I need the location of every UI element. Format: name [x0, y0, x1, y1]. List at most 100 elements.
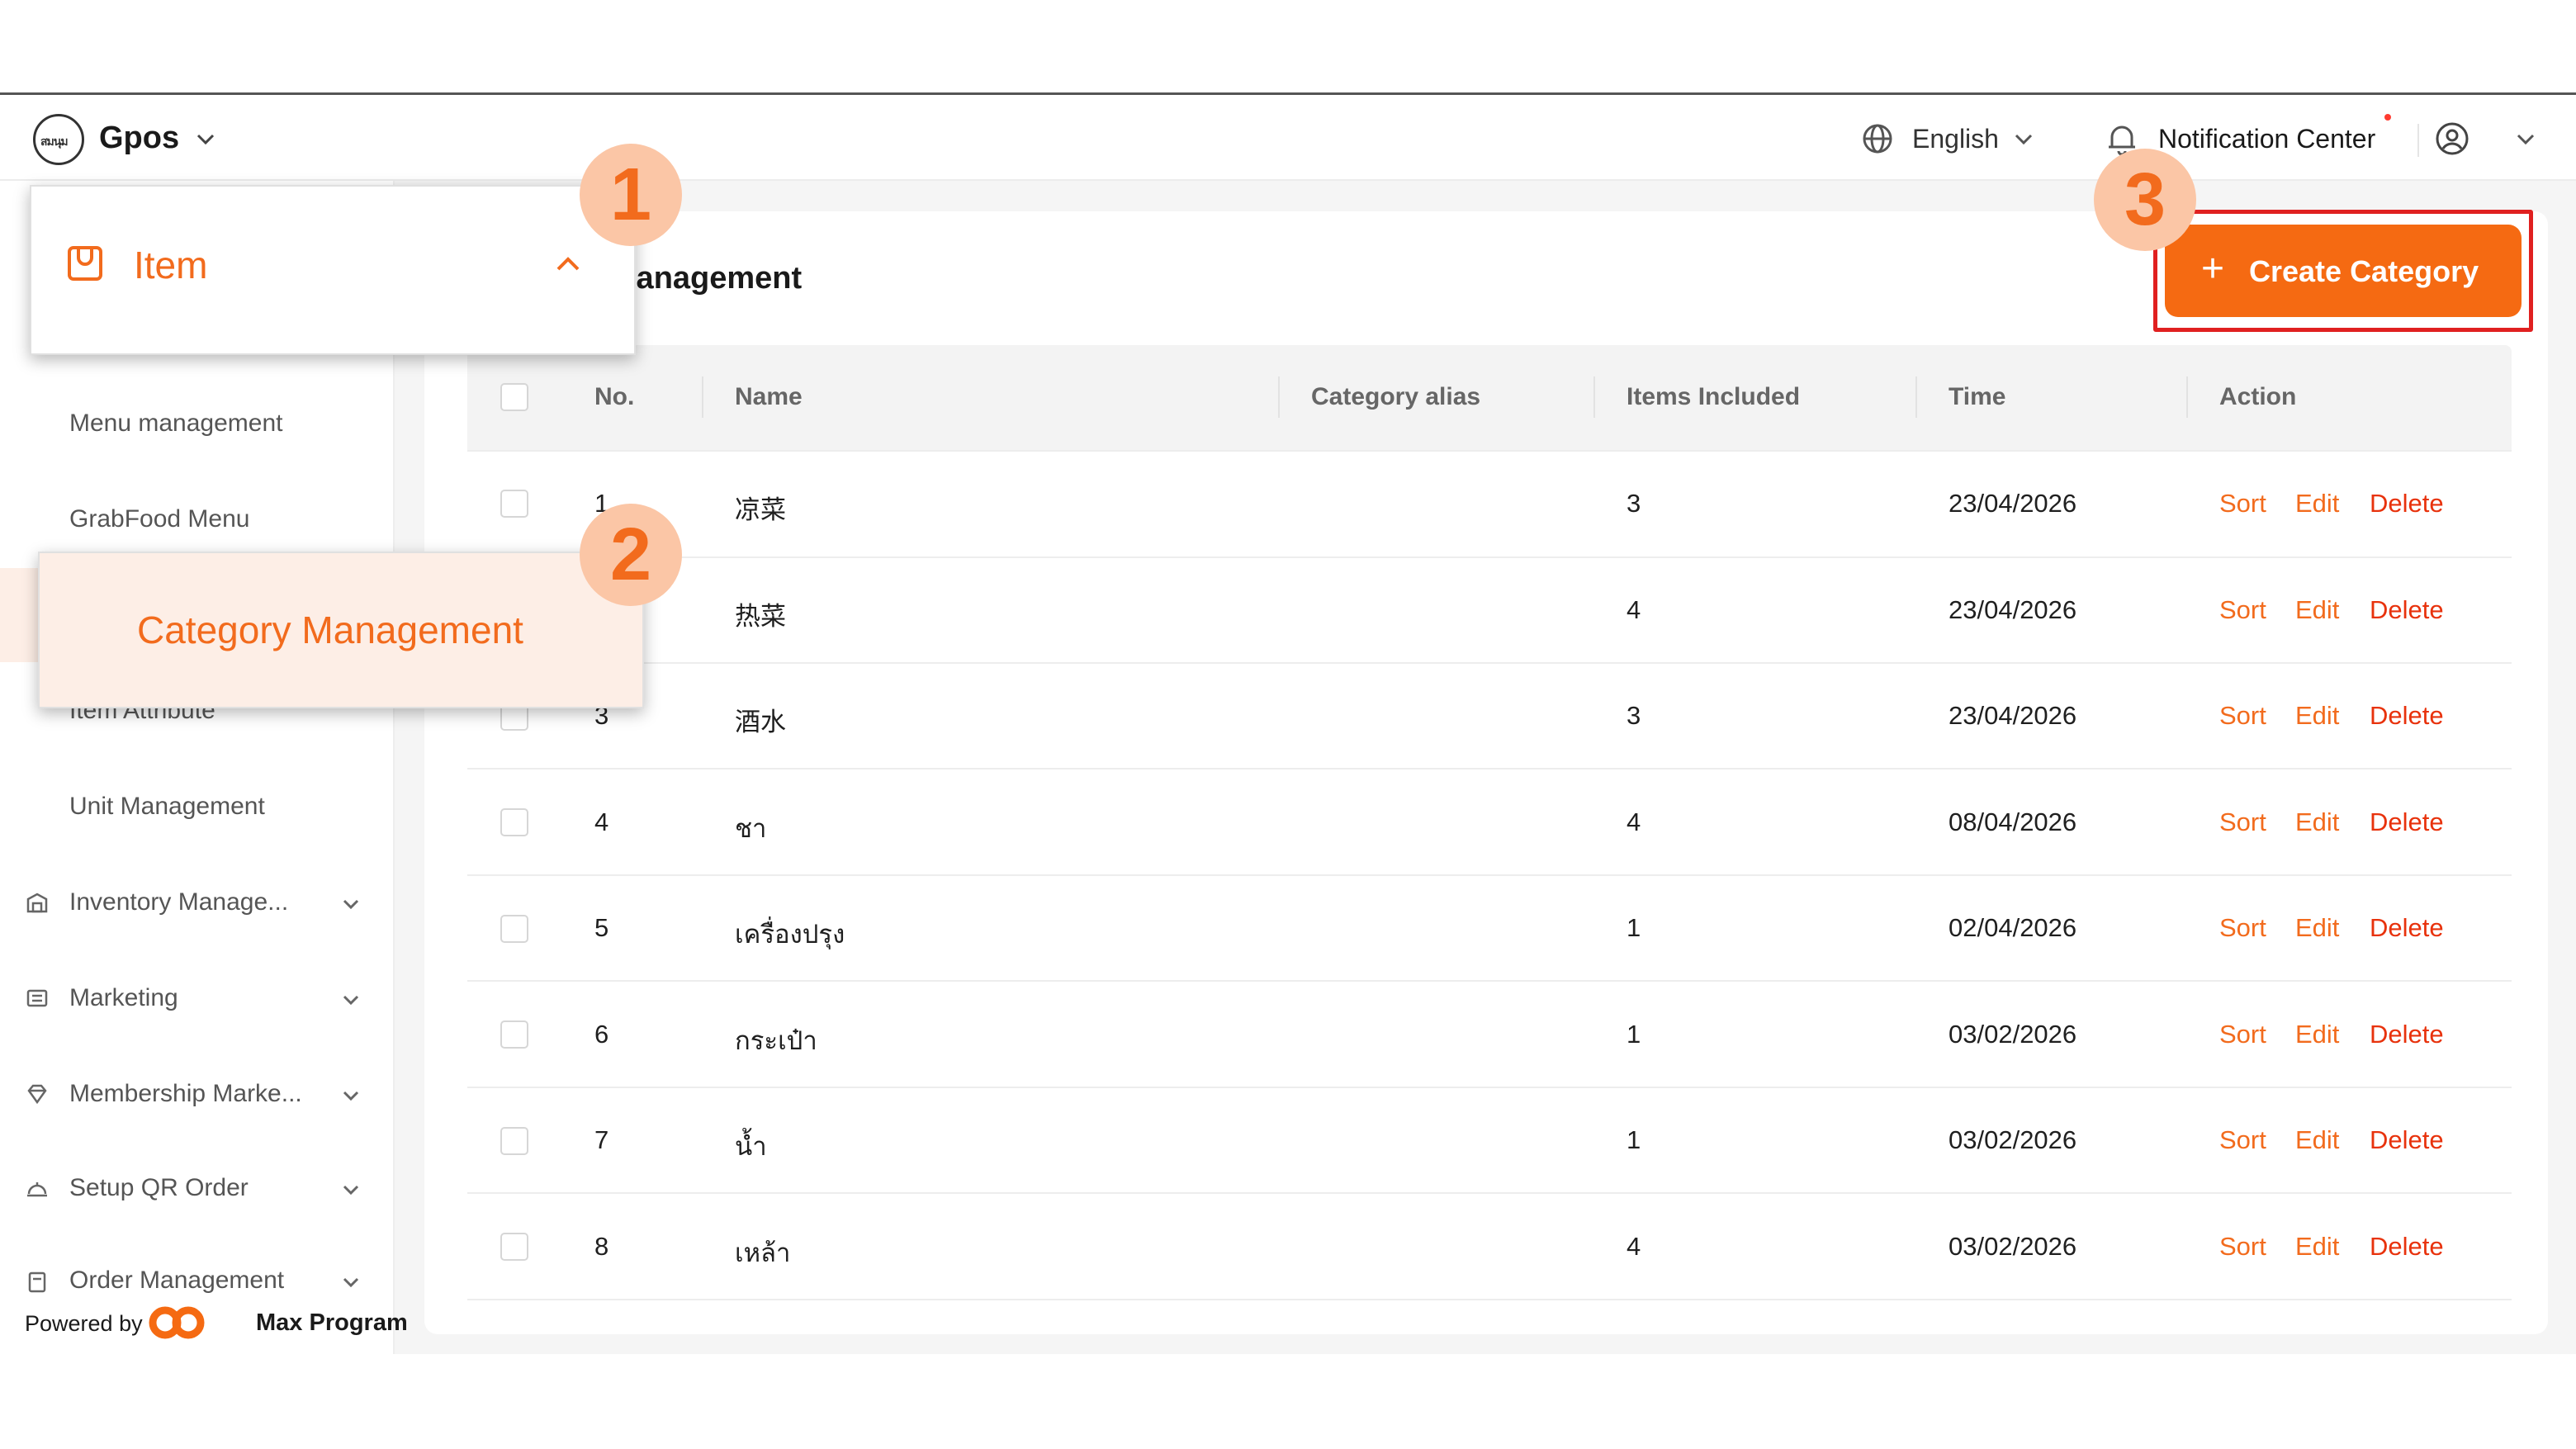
notification-dot	[2384, 114, 2391, 121]
row-divider	[467, 450, 2512, 452]
sort-link[interactable]: Sort	[2219, 1020, 2266, 1049]
edit-link[interactable]: Edit	[2295, 595, 2339, 625]
sidebar-group-order-management[interactable]: Order Management	[69, 1267, 284, 1295]
edit-link[interactable]: Edit	[2295, 913, 2339, 943]
step-badge-1: 1	[580, 144, 682, 246]
item-box-icon	[68, 246, 102, 281]
logo-text: สมนุม	[40, 135, 69, 148]
page-title: lanagement	[627, 261, 803, 296]
row-divider	[467, 1087, 2512, 1088]
select-all-checkbox[interactable]	[500, 383, 528, 411]
brand-chevron-down-icon[interactable]	[193, 127, 218, 152]
column-header-no: No.	[594, 383, 635, 410]
sidebar-group-inventory[interactable]: Inventory Manage...	[69, 888, 288, 916]
row-checkbox[interactable]	[500, 1127, 528, 1155]
sort-link[interactable]: Sort	[2219, 489, 2266, 519]
cell-name: กระเป๋า	[735, 1026, 817, 1055]
edit-link[interactable]: Edit	[2295, 1232, 2339, 1262]
edit-link[interactable]: Edit	[2295, 701, 2339, 731]
sidebar-item-grabfood-menu[interactable]: GrabFood Menu	[69, 505, 249, 533]
language-chevron-down-icon[interactable]	[2011, 127, 2036, 152]
diamond-icon	[27, 1084, 47, 1105]
sort-link[interactable]: Sort	[2219, 1125, 2266, 1155]
sidebar-item-category-management[interactable]: Category Management	[137, 608, 523, 652]
column-header-items-included: Items Included	[1627, 383, 1801, 410]
column-header-action: Action	[2219, 383, 2297, 410]
order-chevron-down-icon[interactable]	[339, 1270, 363, 1295]
cell-name: 热菜	[735, 602, 786, 631]
cell-no: 7	[594, 1125, 609, 1154]
cell-time: 03/02/2026	[1949, 1232, 2077, 1261]
sort-link[interactable]: Sort	[2219, 1232, 2266, 1262]
warehouse-icon	[26, 893, 48, 913]
delete-link[interactable]: Delete	[2370, 595, 2444, 625]
sort-link[interactable]: Sort	[2219, 807, 2266, 837]
row-divider	[467, 1299, 2512, 1300]
sidebar-item-unit-management[interactable]: Unit Management	[69, 793, 265, 821]
step-badge-2: 2	[580, 504, 682, 606]
topbar-divider	[2417, 124, 2419, 157]
membership-chevron-down-icon[interactable]	[339, 1083, 363, 1108]
sort-link[interactable]: Sort	[2219, 595, 2266, 625]
edit-link[interactable]: Edit	[2295, 489, 2339, 519]
edit-link[interactable]: Edit	[2295, 1125, 2339, 1155]
powered-by-label: Powered by	[25, 1311, 143, 1336]
cell-name: 酒水	[735, 708, 786, 736]
delete-link[interactable]: Delete	[2370, 913, 2444, 943]
inventory-chevron-down-icon[interactable]	[339, 892, 363, 916]
cell-name: 凉菜	[735, 495, 786, 524]
delete-link[interactable]: Delete	[2370, 1125, 2444, 1155]
row-checkbox[interactable]	[500, 1233, 528, 1261]
column-separator	[702, 376, 703, 418]
edit-link[interactable]: Edit	[2295, 1020, 2339, 1049]
language-selector[interactable]: English	[1912, 124, 1999, 154]
row-checkbox[interactable]	[500, 490, 528, 518]
qr-order-chevron-down-icon[interactable]	[339, 1177, 363, 1202]
cell-items: 4	[1627, 807, 1641, 836]
brand-logo[interactable]: สมนุม	[33, 114, 84, 165]
row-checkbox[interactable]	[500, 808, 528, 836]
delete-link[interactable]: Delete	[2370, 1020, 2444, 1049]
row-divider	[467, 556, 2512, 558]
row-checkbox[interactable]	[500, 1020, 528, 1049]
cell-no: 4	[594, 807, 609, 836]
globe-icon[interactable]	[1861, 122, 1894, 155]
plus-icon: +	[2201, 247, 2225, 291]
cell-items: 1	[1627, 1020, 1641, 1049]
sidebar-group-setup-qr-order[interactable]: Setup QR Order	[69, 1174, 249, 1202]
notification-center-link[interactable]: Notification Center	[2158, 124, 2375, 154]
create-category-button[interactable]: + Create Category	[2165, 225, 2522, 317]
sidebar-group-marketing[interactable]: Marketing	[69, 984, 178, 1012]
user-avatar-icon[interactable]	[2434, 121, 2470, 157]
cell-items: 1	[1627, 1125, 1641, 1154]
create-category-label: Create Category	[2249, 254, 2479, 288]
edit-link[interactable]: Edit	[2295, 807, 2339, 837]
column-header-category-alias: Category alias	[1311, 383, 1481, 410]
company-name: Max Program	[256, 1309, 408, 1336]
row-divider	[467, 662, 2512, 664]
cell-items: 4	[1627, 595, 1641, 624]
delete-link[interactable]: Delete	[2370, 807, 2444, 837]
cell-no: 5	[594, 913, 609, 942]
sort-link[interactable]: Sort	[2219, 701, 2266, 731]
delete-link[interactable]: Delete	[2370, 701, 2444, 731]
account-chevron-down-icon[interactable]	[2513, 127, 2538, 152]
cell-no: 6	[594, 1020, 609, 1049]
row-checkbox[interactable]	[500, 915, 528, 943]
brand-name[interactable]: Gpos	[99, 121, 179, 156]
sidebar-group-membership[interactable]: Membership Marke...	[69, 1080, 302, 1108]
sidebar-item-menu-management[interactable]: Menu management	[69, 410, 283, 438]
chevron-up-icon[interactable]	[553, 249, 583, 279]
clipboard-icon	[28, 1271, 46, 1293]
delete-link[interactable]: Delete	[2370, 1232, 2444, 1262]
cell-items: 3	[1627, 489, 1641, 518]
sidebar-group-item[interactable]: Item	[134, 243, 207, 287]
ticket-icon	[26, 989, 48, 1007]
cell-items: 1	[1627, 913, 1641, 942]
cell-name: น้ำ	[735, 1132, 767, 1161]
sort-link[interactable]: Sort	[2219, 913, 2266, 943]
cell-no: 8	[594, 1232, 609, 1261]
marketing-chevron-down-icon[interactable]	[339, 987, 363, 1012]
delete-link[interactable]: Delete	[2370, 489, 2444, 519]
cell-items: 4	[1627, 1232, 1641, 1261]
